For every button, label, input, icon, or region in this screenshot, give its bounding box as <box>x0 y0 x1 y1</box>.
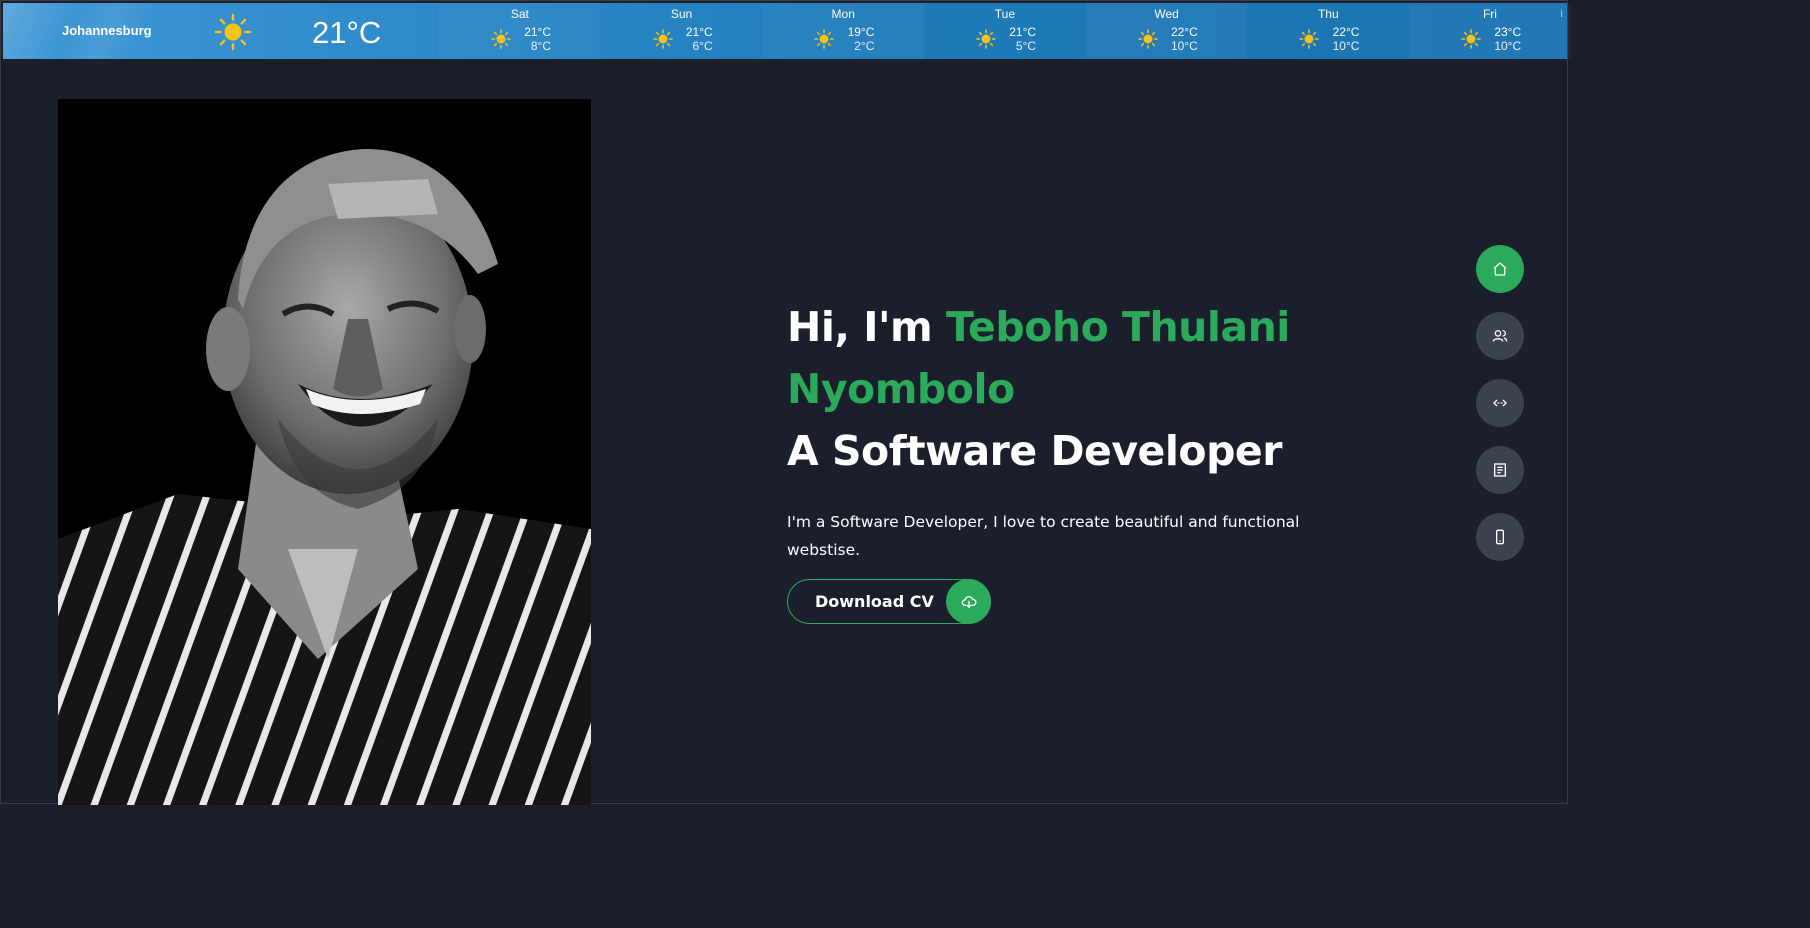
forecast-low: 6°C <box>692 39 713 53</box>
sun-icon <box>814 29 835 49</box>
sun-icon <box>1299 29 1320 49</box>
hero-greeting: Hi, I'm <box>787 303 947 351</box>
forecast-low: 10°C <box>1170 39 1198 53</box>
forecast-high: 23°C <box>1494 25 1522 39</box>
forecast-high: 21°C <box>685 25 713 39</box>
weather-info-mark[interactable]: i <box>1560 9 1563 20</box>
side-navigation <box>1476 245 1524 580</box>
users-icon <box>1492 330 1508 342</box>
nav-home-button[interactable] <box>1476 245 1524 293</box>
forecast-temps: 21°C 8°C <box>521 25 551 53</box>
document-icon <box>1494 463 1506 477</box>
hero-role: A Software Developer <box>787 427 1282 475</box>
forecast-high: 21°C <box>524 25 551 39</box>
forecast-temps: 22°C 10°C <box>1168 25 1198 53</box>
sun-icon <box>1138 29 1158 49</box>
cloud-download-icon <box>946 579 991 624</box>
forecast-day: Sun 21°C 6°C <box>601 3 763 59</box>
forecast-day: Tue 21°C 5°C <box>924 3 1086 59</box>
nav-resume-button[interactable] <box>1476 446 1524 494</box>
forecast-day-name: Sat <box>510 7 529 21</box>
forecast-day: Wed 22°C 10°C <box>1086 3 1248 59</box>
hero-description: I'm a Software Developer, I love to crea… <box>787 513 1300 559</box>
forecast-temps: 19°C 2°C <box>844 25 875 53</box>
forecast-day-name: Tue <box>994 7 1016 21</box>
sun-icon <box>214 13 252 51</box>
sun-icon <box>652 29 673 49</box>
forecast-low: 5°C <box>1015 39 1037 53</box>
forecast-day: Fri 23°C 10°C <box>1409 3 1571 59</box>
forecast-day-name: Thu <box>1317 7 1339 21</box>
phone-icon <box>1496 529 1504 545</box>
forecast-high: 22°C <box>1170 25 1198 39</box>
hero-section: Hi, I'm Teboho Thulani Nyombolo A Softwar… <box>787 296 1347 564</box>
nav-contact-button[interactable] <box>1476 513 1524 561</box>
sun-icon <box>976 29 996 49</box>
forecast-temps: 21°C 6°C <box>683 25 713 53</box>
forecast-temps: 23°C 10°C <box>1491 25 1521 53</box>
forecast-day: Sat 21°C 8°C <box>439 3 601 59</box>
current-temperature: 21°C <box>312 15 382 50</box>
forecast-high: 21°C <box>1009 25 1037 39</box>
forecast-low: 10°C <box>1494 39 1522 53</box>
forecast-low: 8°C <box>530 39 551 53</box>
forecast-day: Thu 22°C 10°C <box>1247 3 1409 59</box>
forecast-temps: 22°C 10°C <box>1329 25 1360 53</box>
forecast-list: Sat 21°C 8°C Sun 21°C 6°C Mon 19°C 2°C T… <box>439 3 1571 59</box>
weather-widget: Johannesburg 21°C Sat 21°C 8°C Sun 21°C … <box>3 3 1567 59</box>
forecast-high: 22°C <box>1332 25 1360 39</box>
forecast-low: 2°C <box>854 39 875 53</box>
forecast-day-name: Sun <box>670 7 693 21</box>
forecast-day-name: Mon <box>831 7 855 21</box>
forecast-low: 10°C <box>1332 39 1360 53</box>
home-icon <box>1493 262 1507 276</box>
forecast-temps: 21°C 5°C <box>1006 25 1036 53</box>
forecast-day-name: Wed <box>1154 7 1179 21</box>
sun-icon <box>1461 29 1481 49</box>
nav-projects-button[interactable] <box>1476 379 1524 427</box>
sun-icon <box>491 29 511 49</box>
hero-heading: Hi, I'm Teboho Thulani Nyombolo A Softwar… <box>787 296 1347 482</box>
nav-about-button[interactable] <box>1476 312 1524 360</box>
forecast-day-name: Fri <box>1482 7 1497 21</box>
forecast-day: Mon 19°C 2°C <box>762 3 924 59</box>
forecast-high: 19°C <box>847 25 875 39</box>
code-icon <box>1493 399 1507 407</box>
download-cv-label: Download CV <box>815 592 934 611</box>
weather-city: Johannesburg <box>62 23 152 38</box>
profile-photo <box>58 99 591 805</box>
download-cv-button[interactable]: Download CV <box>787 579 991 624</box>
portrait-illustration <box>58 148 591 805</box>
